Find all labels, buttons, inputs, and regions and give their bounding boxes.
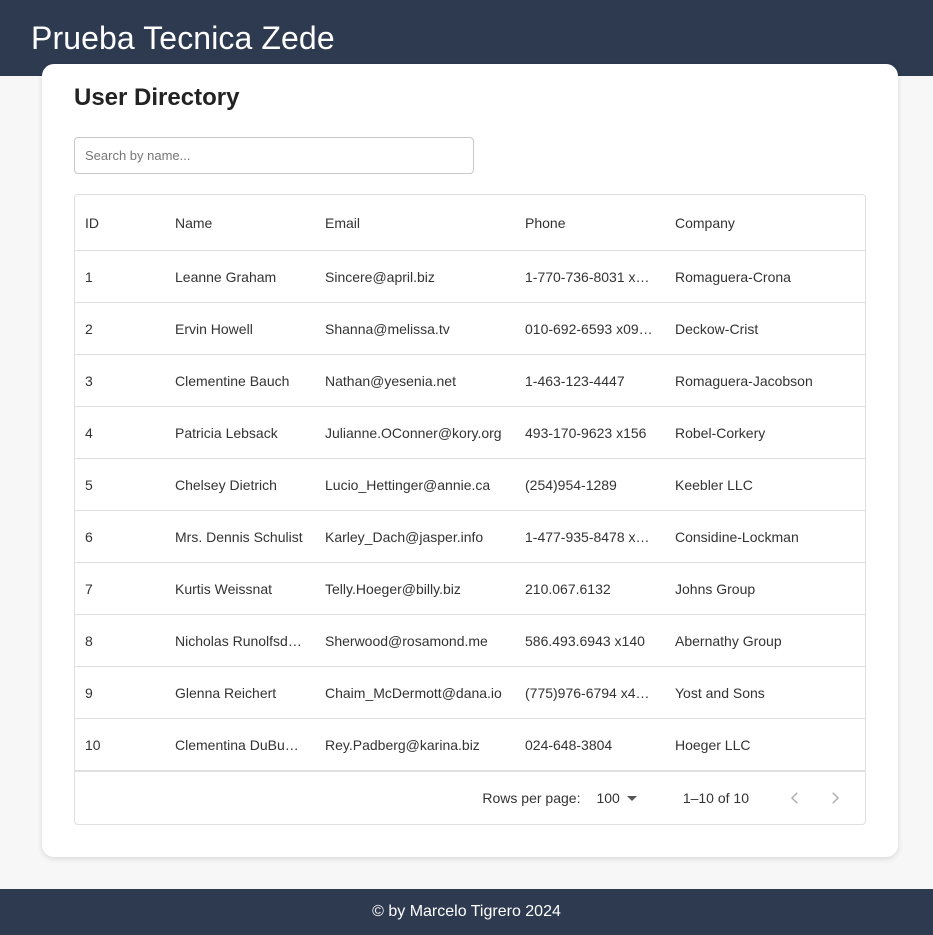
- column-header-name[interactable]: Name: [165, 215, 315, 231]
- cell-name: Nicholas Runolfsdottir V: [175, 632, 315, 649]
- cell-name: Leanne Graham: [175, 268, 277, 285]
- cell-email: Julianne.OConner@kory.org: [325, 424, 502, 441]
- cell-company: Considine-Lockman: [675, 528, 799, 545]
- cell-phone: (254)954-1289: [525, 476, 617, 493]
- table-row[interactable]: 9 Glenna Reichert Chaim_McDermott@dana.io (…: [75, 667, 865, 719]
- cell-email: Lucio_Hettinger@annie.ca: [325, 476, 491, 493]
- column-header-company[interactable]: Company: [665, 215, 865, 231]
- rows-per-page-label: Rows per page:: [482, 790, 581, 806]
- cell-company: Johns Group: [675, 580, 756, 597]
- cell-email: Karley_Dach@jasper.info: [325, 528, 484, 545]
- cell-email: Sincere@april.biz: [325, 268, 435, 285]
- search-input[interactable]: [74, 137, 474, 174]
- cell-phone: (775)976-6794 x41206: [525, 684, 665, 701]
- table-pagination: Rows per page: 100 1–10 of 10: [75, 771, 865, 824]
- cell-id: 4: [85, 424, 93, 441]
- cell-email: Shanna@melissa.tv: [325, 320, 450, 337]
- column-header-phone[interactable]: Phone: [515, 215, 665, 231]
- caret-down-icon: [626, 795, 637, 801]
- cell-name: Clementina DuBuque: [175, 736, 309, 753]
- cell-company: Romaguera-Crona: [675, 268, 791, 285]
- table-row[interactable]: 5 Chelsey Dietrich Lucio_Hettinger@annie.c…: [75, 459, 865, 511]
- cell-id: 2: [85, 320, 93, 337]
- users-table: ID Name Email Phone Company 1 Leanne Grah…: [74, 194, 866, 825]
- cell-id: 5: [85, 476, 93, 493]
- user-directory-card: User Directory ID Name Email Phone Compa…: [42, 64, 898, 857]
- cell-phone: 024-648-3804: [525, 736, 613, 753]
- cell-id: 6: [85, 528, 93, 545]
- cell-name: Patricia Lebsack: [175, 424, 278, 441]
- cell-name: Clementine Bauch: [175, 372, 290, 389]
- cell-name: Glenna Reichert: [175, 684, 277, 701]
- cell-id: 8: [85, 632, 93, 649]
- app-title: Prueba Tecnica Zede: [31, 19, 335, 56]
- table-row[interactable]: 3 Clementine Bauch Nathan@yesenia.net 1-463…: [75, 355, 865, 407]
- cell-company: Deckow-Crist: [675, 320, 759, 337]
- cell-phone: 1-477-935-8478 x6430: [525, 528, 665, 545]
- cell-id: 10: [85, 736, 101, 753]
- rows-per-page-value: 100: [596, 790, 620, 806]
- table-row[interactable]: 1 Leanne Graham Sincere@april.biz 1-770-736…: [75, 251, 865, 303]
- next-page-button[interactable]: [815, 778, 855, 818]
- page-title: User Directory: [74, 84, 240, 111]
- rows-per-page-select[interactable]: 100: [596, 790, 637, 806]
- chevron-left-icon: [790, 792, 798, 804]
- cell-company: Hoeger LLC: [675, 736, 751, 753]
- table-row[interactable]: 2 Ervin Howell Shanna@melissa.tv 010-692-65…: [75, 303, 865, 355]
- column-header-id[interactable]: ID: [75, 215, 165, 231]
- table-row[interactable]: 7 Kurtis Weissnat Telly.Hoeger@billy.biz 21…: [75, 563, 865, 615]
- cell-id: 7: [85, 580, 93, 597]
- chevron-right-icon: [832, 792, 840, 804]
- cell-email: Telly.Hoeger@billy.biz: [325, 580, 461, 597]
- cell-phone: 010-692-6593 x09125: [525, 320, 663, 337]
- cell-name: Ervin Howell: [175, 320, 253, 337]
- table-row[interactable]: 8 Nicholas Runolfsdottir V Sherwood@rosamo…: [75, 615, 865, 667]
- cell-name: Kurtis Weissnat: [175, 580, 272, 597]
- cell-email: Nathan@yesenia.net: [325, 372, 456, 389]
- cell-company: Abernathy Group: [675, 632, 782, 649]
- cell-name: Chelsey Dietrich: [175, 476, 277, 493]
- table-body: 1 Leanne Graham Sincere@april.biz 1-770-736…: [75, 251, 865, 771]
- cell-email: Rey.Padberg@karina.biz: [325, 736, 480, 753]
- table-header-row: ID Name Email Phone Company: [75, 195, 865, 251]
- cell-phone: 586.493.6943 x140: [525, 632, 645, 649]
- cell-phone: 210.067.6132: [525, 580, 611, 597]
- cell-phone: 1-770-736-8031 x56442: [525, 268, 665, 285]
- cell-id: 1: [85, 268, 93, 285]
- cell-company: Romaguera-Jacobson: [675, 372, 813, 389]
- cell-email: Sherwood@rosamond.me: [325, 632, 488, 649]
- cell-id: 3: [85, 372, 93, 389]
- column-header-email[interactable]: Email: [315, 215, 515, 231]
- cell-phone: 1-463-123-4447: [525, 372, 625, 389]
- previous-page-button[interactable]: [775, 778, 815, 818]
- cell-company: Keebler LLC: [675, 476, 753, 493]
- footer-text: © by Marcelo Tigrero 2024: [372, 903, 561, 920]
- cell-email: Chaim_McDermott@dana.io: [325, 684, 502, 701]
- cell-company: Yost and Sons: [675, 684, 765, 701]
- cell-name: Mrs. Dennis Schulist: [175, 528, 303, 545]
- table-row[interactable]: 4 Patricia Lebsack Julianne.OConner@kory.o…: [75, 407, 865, 459]
- cell-id: 9: [85, 684, 93, 701]
- cell-phone: 493-170-9623 x156: [525, 424, 647, 441]
- table-row[interactable]: 10 Clementina DuBuque Rey.Padberg@karina.b…: [75, 719, 865, 771]
- app-footer: © by Marcelo Tigrero 2024: [0, 889, 933, 935]
- table-row[interactable]: 6 Mrs. Dennis Schulist Karley_Dach@jasper.…: [75, 511, 865, 563]
- page-range: 1–10 of 10: [682, 790, 749, 806]
- cell-company: Robel-Corkery: [675, 424, 766, 441]
